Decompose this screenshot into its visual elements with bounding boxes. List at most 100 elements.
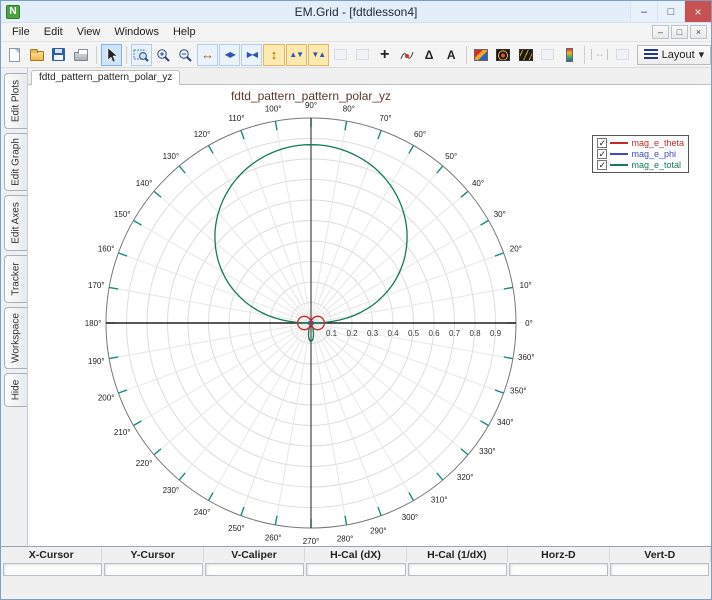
status-value-x-cursor [3, 563, 103, 576]
new-document-button[interactable] [4, 44, 25, 66]
save-button[interactable] [48, 44, 69, 66]
expand-horizontal-button[interactable]: ◀▶ [219, 43, 241, 66]
status-header-h-cal-dx: H-Cal (dX) [305, 547, 407, 562]
legend-row: ✓ mag_e_phi [597, 149, 684, 159]
angle-label: 150° [114, 210, 131, 219]
h-measure-button: ↔ [589, 44, 610, 66]
chart-legend: ✓ mag_e_theta ✓ mag_e_phi ✓ mag_e_total [592, 135, 689, 173]
toolbar-separator [584, 45, 586, 64]
angle-label: 130° [163, 152, 180, 161]
layout-label: Layout [661, 48, 695, 61]
angle-tick [408, 145, 415, 154]
menu-windows[interactable]: Windows [107, 24, 166, 40]
surface-plot-button[interactable] [515, 44, 536, 66]
menu-view[interactable]: View [70, 24, 108, 40]
angle-tick [108, 286, 119, 290]
sidetab-edit-plots[interactable]: Edit Plots [4, 73, 27, 129]
legend-label: mag_e_phi [631, 149, 676, 159]
mdi-minimize-button[interactable]: – [652, 25, 669, 39]
legend-checkbox[interactable]: ✓ [597, 160, 608, 170]
mdi-restore-button[interactable]: □ [671, 25, 688, 39]
angle-label: 20° [510, 244, 522, 253]
text-annotation-button[interactable]: A [441, 44, 462, 66]
status-value-y-cursor [104, 563, 204, 576]
angle-label: 30° [494, 210, 506, 219]
zoom-window-icon [133, 49, 149, 62]
surface-plot-icon [518, 48, 533, 61]
minimize-button[interactable]: – [630, 1, 657, 22]
status-value-h-cal-dx [306, 563, 406, 576]
pan-horizontal-button[interactable]: ↔ [197, 43, 219, 66]
angle-label: 100° [265, 104, 282, 113]
add-marker-button[interactable]: + [374, 44, 395, 66]
zoom-in-button[interactable] [153, 44, 174, 66]
pan-horizontal-icon: ↔ [201, 47, 215, 62]
status-header-v-caliper: V-Caliper [204, 547, 306, 562]
sidetab-hide[interactable]: Hide [4, 373, 27, 407]
radial-tick-label: 0.9 [490, 329, 502, 338]
angle-label: 170° [88, 281, 105, 290]
document-tab-active[interactable]: fdtd_pattern_pattern_polar_yz [31, 70, 181, 85]
angle-label: 10° [520, 281, 532, 290]
radial-tick-label: 0.5 [408, 329, 420, 338]
legend-checkbox[interactable]: ✓ [597, 138, 608, 148]
close-button[interactable]: × [684, 1, 711, 22]
field-map-icon [474, 48, 489, 61]
sidetab-edit-axes[interactable]: Edit Axes [4, 195, 27, 251]
angle-tick [118, 389, 128, 394]
layout-dropdown[interactable]: Layout ▾ [636, 44, 712, 65]
main-area: Edit Plots Edit Graph Edit Axes Tracker … [1, 68, 711, 546]
menu-file[interactable]: File [5, 24, 37, 40]
open-button[interactable] [26, 44, 47, 66]
sidetab-label: Hide [10, 379, 22, 401]
title-bar: N EM.Grid - [fdtdlesson4] – □ × [1, 1, 711, 23]
plot-canvas[interactable]: 0.1 0.2 0.3 0.4 0.5 0.6 0.7 0.8 0.9 0° 10° 20° 30° 40… [28, 85, 711, 546]
fit-vertical-button[interactable]: ▼▲ [307, 43, 329, 66]
frame-icon [541, 49, 555, 60]
legend-checkbox[interactable]: ✓ [597, 149, 608, 159]
save-icon [52, 48, 66, 61]
sidetab-workspace[interactable]: Workspace [4, 307, 27, 369]
print-button[interactable] [70, 44, 91, 66]
curve-point-button[interactable] [396, 44, 417, 66]
angle-tick [480, 420, 489, 427]
fit-horizontal-button[interactable]: ▶◀ [241, 43, 263, 66]
chart-title: fdtd_pattern_pattern_polar_yz [231, 89, 391, 103]
h-measure-icon: ↔ [591, 49, 609, 60]
sidetab-tracker[interactable]: Tracker [4, 255, 27, 303]
contour-plot-button[interactable] [493, 44, 514, 66]
select-cursor-button[interactable] [100, 43, 122, 66]
color-scale-button[interactable] [559, 44, 580, 66]
zoom-out-button[interactable] [175, 44, 196, 66]
menu-help[interactable]: Help [166, 24, 203, 40]
angle-tick [207, 145, 214, 154]
sidetab-edit-graph[interactable]: Edit Graph [4, 133, 27, 191]
v-measure-button [611, 44, 632, 66]
legend-line-sample [610, 142, 629, 144]
legend-line-sample [610, 164, 629, 166]
expand-horizontal-icon: ◀▶ [224, 49, 236, 59]
expand-vertical-button[interactable]: ▲▼ [285, 43, 307, 66]
angle-tick [377, 506, 382, 516]
pan-vertical-button[interactable]: ↕ [263, 43, 285, 66]
frame-button [537, 44, 558, 66]
status-filler [1, 578, 711, 599]
v-measure-icon [615, 49, 629, 60]
radial-tick-label: 0.1 [326, 329, 338, 338]
field-map-button[interactable] [471, 44, 492, 66]
maximize-button[interactable]: □ [657, 1, 684, 22]
print-icon [73, 49, 88, 61]
angle-tick [133, 219, 142, 226]
legend-label: mag_e_total [631, 160, 681, 170]
mdi-close-button[interactable]: × [690, 25, 707, 39]
angle-tick [494, 389, 504, 394]
zoom-window-button[interactable] [130, 43, 152, 66]
region-clear-button [352, 44, 373, 66]
cursor-status-bar: X-Cursor Y-Cursor V-Caliper H-Cal (dX) H… [1, 546, 711, 599]
angle-label: 180° [85, 319, 102, 328]
menu-bar: File Edit View Windows Help – □ × [1, 23, 711, 42]
angle-tick [436, 472, 444, 481]
angle-label: 270° [303, 537, 320, 546]
delta-marker-button[interactable]: Δ [418, 44, 439, 66]
menu-edit[interactable]: Edit [37, 24, 70, 40]
